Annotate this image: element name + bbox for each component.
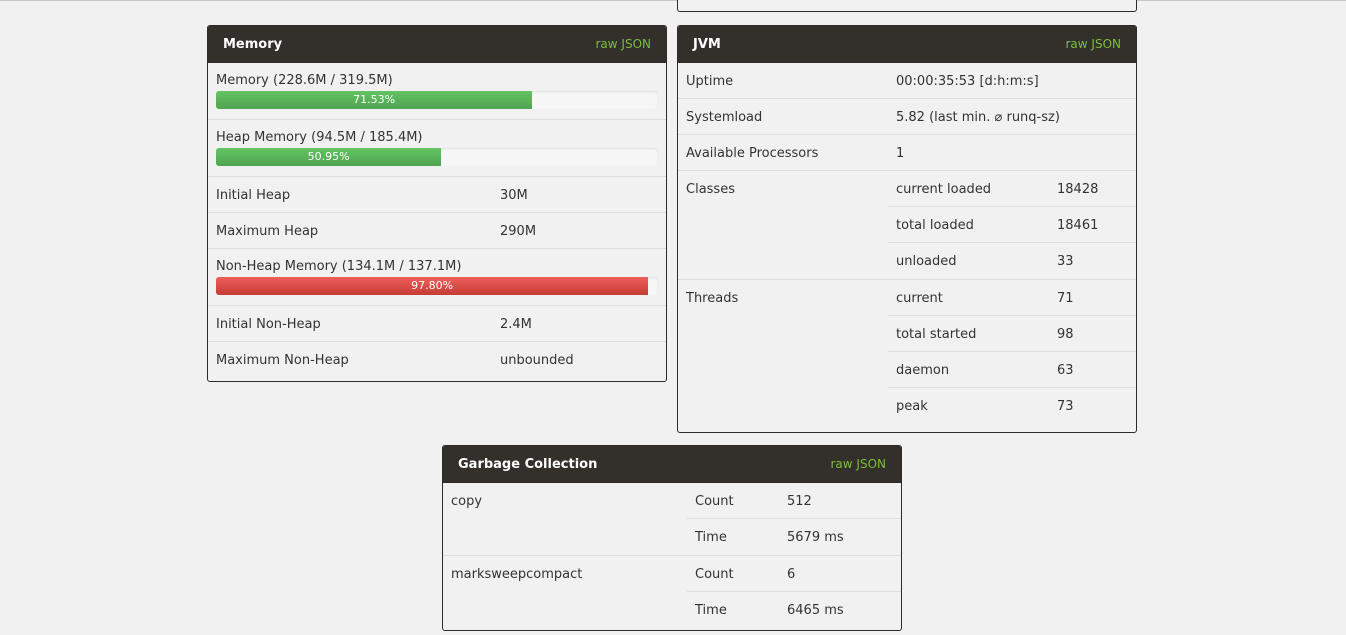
jvm-panel-title: JVM [693,36,721,52]
gc-marksweep-time-row: Time 6465 ms [687,592,901,628]
uptime-label: Uptime [686,74,734,89]
processors-row: Available Processors 1 [678,135,1136,171]
nonheap-memory-progress-bar: 97.80% [216,277,658,295]
initial-nonheap-label: Initial Non-Heap [216,317,321,332]
maximum-nonheap-value: unbounded [500,353,574,368]
memory-panel: Memory raw JSON Memory (228.6M / 319.5M)… [207,25,667,382]
memory-panel-header: Memory raw JSON [208,26,666,63]
classes-subtable: current loaded 18428 total loaded 18461 … [888,171,1136,279]
gc-panel-title: Garbage Collection [458,456,598,472]
classes-total-loaded-row: total loaded 18461 [888,207,1136,243]
initial-heap-label: Initial Heap [216,188,291,203]
initial-nonheap-row: Initial Non-Heap 2.4M [208,306,666,342]
gc-time-label: Time [695,530,727,545]
gc-panel: Garbage Collection raw JSON copy Count 5… [442,445,902,631]
threads-label: Threads [686,291,739,306]
gc-time-label: Time [695,603,727,618]
top-divider [0,0,1346,1]
gc-marksweep-subtable: Count 6 Time 6465 ms [687,556,901,628]
memory-bar-row: Memory (228.6M / 319.5M) 71.53% [208,63,666,120]
threads-peak-label: peak [896,399,928,414]
gc-copy-time-row: Time 5679 ms [687,519,901,555]
systemload-label: Systemload [686,110,763,125]
memory-bar-label: Memory (228.6M / 319.5M) [216,73,393,88]
gc-copy-subtable: Count 512 Time 5679 ms [687,483,901,555]
threads-current-row: current 71 [888,280,1136,316]
uptime-row: Uptime 00:00:35:53 [d:h:m:s] [678,63,1136,99]
gc-panel-header: Garbage Collection raw JSON [443,446,901,483]
gc-count-label: Count [695,494,734,509]
threads-group: Threads current 71 total started 98 daem… [678,280,1136,424]
processors-label: Available Processors [686,146,819,161]
threads-current-value: 71 [1057,291,1074,306]
classes-label: Classes [686,182,735,197]
processors-value: 1 [896,146,905,161]
jvm-panel: JVM raw JSON Uptime 00:00:35:53 [d:h:m:s… [677,25,1137,433]
threads-total-started-label: total started [896,327,977,342]
gc-collector-copy: copy Count 512 Time 5679 ms [443,483,901,556]
gc-time-value: 6465 ms [787,603,844,618]
classes-current-loaded-value: 18428 [1057,182,1099,197]
memory-raw-json-link[interactable]: raw JSON [596,37,652,51]
maximum-nonheap-row: Maximum Non-Heap unbounded [208,342,666,378]
nonheap-memory-bar-row: Non-Heap Memory (134.1M / 137.1M) 97.80% [208,249,666,306]
classes-total-loaded-value: 18461 [1057,218,1099,233]
classes-total-loaded-label: total loaded [896,218,974,233]
previous-panel-bottom [677,0,1137,12]
memory-progress-bar: 71.53% [216,91,658,109]
threads-peak-row: peak 73 [888,388,1136,424]
jvm-raw-json-link[interactable]: raw JSON [1066,37,1122,51]
threads-daemon-label: daemon [896,363,950,378]
initial-nonheap-value: 2.4M [500,317,532,332]
initial-heap-row: Initial Heap 30M [208,177,666,213]
systemload-row: Systemload 5.82 (last min. ⌀ runq-sz) [678,99,1136,135]
memory-progress-fill: 71.53% [216,91,533,109]
gc-time-value: 5679 ms [787,530,844,545]
nonheap-memory-progress-fill: 97.80% [216,277,649,295]
heap-memory-progress-bar: 50.95% [216,148,658,166]
threads-subtable: current 71 total started 98 daemon 63 pe… [888,280,1136,424]
threads-daemon-row: daemon 63 [888,352,1136,388]
gc-count-value: 6 [787,567,796,582]
gc-raw-json-link[interactable]: raw JSON [831,457,887,471]
nonheap-memory-bar-label: Non-Heap Memory (134.1M / 137.1M) [216,259,462,274]
classes-unloaded-label: unloaded [896,254,957,269]
gc-collector-name: copy [451,494,483,509]
classes-current-loaded-row: current loaded 18428 [888,171,1136,207]
threads-total-started-row: total started 98 [888,316,1136,352]
threads-total-started-value: 98 [1057,327,1074,342]
threads-current-label: current [896,291,943,306]
maximum-heap-label: Maximum Heap [216,224,319,239]
gc-marksweep-count-row: Count 6 [687,556,901,592]
maximum-nonheap-label: Maximum Non-Heap [216,353,349,368]
classes-unloaded-value: 33 [1057,254,1074,269]
heap-memory-bar-label: Heap Memory (94.5M / 185.4M) [216,130,423,145]
classes-group: Classes current loaded 18428 total loade… [678,171,1136,280]
threads-daemon-value: 63 [1057,363,1074,378]
maximum-heap-row: Maximum Heap 290M [208,213,666,249]
jvm-panel-header: JVM raw JSON [678,26,1136,63]
gc-collector-name: marksweepcompact [451,567,583,582]
gc-copy-count-row: Count 512 [687,483,901,519]
memory-panel-title: Memory [223,36,283,52]
maximum-heap-value: 290M [500,224,537,239]
gc-count-value: 512 [787,494,812,509]
initial-heap-value: 30M [500,188,528,203]
gc-count-label: Count [695,567,734,582]
heap-memory-progress-fill: 50.95% [216,148,442,166]
uptime-value: 00:00:35:53 [d:h:m:s] [896,74,1039,89]
heap-memory-bar-row: Heap Memory (94.5M / 185.4M) 50.95% [208,120,666,177]
classes-current-loaded-label: current loaded [896,182,992,197]
threads-peak-value: 73 [1057,399,1074,414]
classes-unloaded-row: unloaded 33 [888,243,1136,279]
gc-collector-marksweepcompact: marksweepcompact Count 6 Time 6465 ms [443,556,901,628]
systemload-value: 5.82 (last min. ⌀ runq-sz) [896,110,1060,125]
